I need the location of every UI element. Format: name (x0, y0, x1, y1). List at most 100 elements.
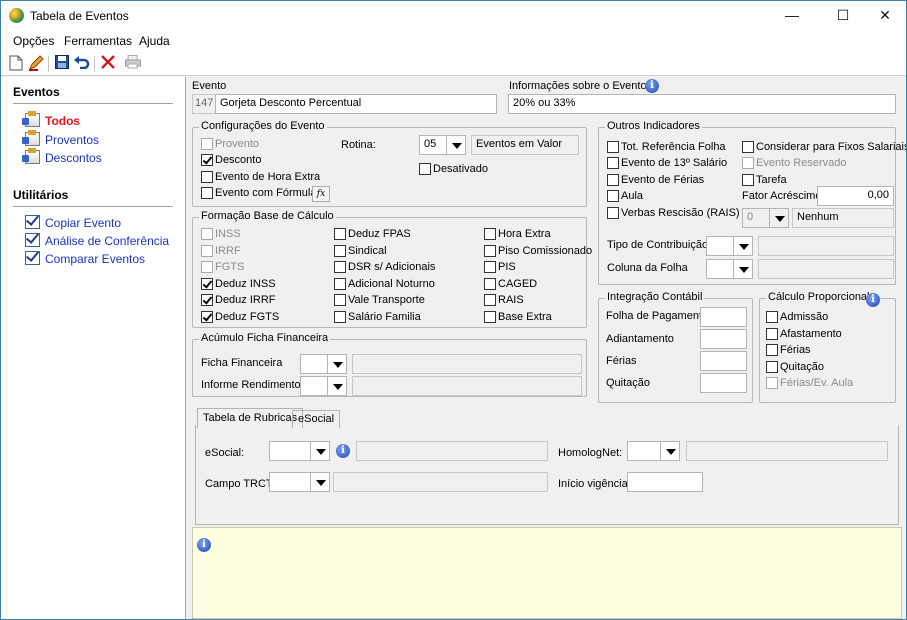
afastamento-checkbox[interactable]: Afastamento (766, 328, 842, 342)
dsr-checkbox[interactable]: DSR s/ Adicionais (334, 261, 435, 275)
undo-icon[interactable] (73, 55, 91, 73)
new-icon[interactable] (7, 55, 25, 73)
maximize-button[interactable]: ☐ (820, 1, 866, 30)
sidebar-item-proventos[interactable]: Proventos (22, 130, 99, 148)
quitacao-field[interactable] (700, 373, 747, 393)
esocial-desc-field (356, 441, 548, 461)
tarefa-checkbox[interactable]: Tarefa (742, 174, 787, 188)
chevron-down-icon[interactable] (769, 208, 789, 228)
event-list-icon (22, 111, 40, 127)
info-icon[interactable]: i (866, 293, 880, 307)
hora-extra-base-checkbox[interactable]: Hora Extra (484, 228, 551, 242)
save-icon[interactable] (53, 55, 71, 73)
sidebar-heading-utilitarios: Utilitários (13, 188, 69, 202)
homolognet-label: HomologNet: (558, 447, 623, 459)
sidebar-divider (13, 206, 173, 207)
chevron-down-icon[interactable] (733, 259, 753, 279)
sidebar-item-label: Análise de Conferência (45, 234, 170, 248)
info-icon[interactable]: i (336, 444, 350, 458)
decimo-terceiro-checkbox[interactable]: Evento de 13º Salário (607, 157, 727, 171)
sindical-checkbox[interactable]: Sindical (334, 245, 387, 259)
evento-reservado-checkbox[interactable]: Evento Reservado (742, 157, 847, 171)
formula-button[interactable]: fx (312, 186, 330, 202)
chevron-down-icon[interactable] (660, 441, 680, 461)
caged-checkbox[interactable]: CAGED (484, 278, 537, 292)
coluna-folha-dropdown[interactable] (706, 259, 754, 279)
fator-field[interactable]: 0,00 (817, 186, 894, 206)
adiantamento-field[interactable] (700, 329, 747, 349)
desconto-checkbox[interactable]: Desconto (201, 154, 261, 168)
tipo-contribuicao-desc (758, 236, 894, 256)
close-button[interactable]: ✕ (862, 1, 906, 30)
ferias-label: Férias (606, 355, 637, 367)
sidebar-item-descontos[interactable]: Descontos (22, 148, 102, 166)
chevron-down-icon[interactable] (733, 236, 753, 256)
chevron-down-icon[interactable] (446, 135, 466, 155)
ferias-proporcional-checkbox[interactable]: Férias (766, 344, 811, 358)
rais-checkbox[interactable]: RAIS (484, 294, 524, 308)
admissao-checkbox[interactable]: Admissão (766, 311, 828, 325)
info-icon[interactable]: i (645, 79, 659, 93)
provento-checkbox[interactable]: Provento (201, 138, 259, 152)
adicional-noturno-checkbox[interactable]: Adicional Noturno (334, 278, 435, 292)
deduz-fgts-checkbox[interactable]: Deduz FGTS (201, 311, 279, 325)
ferias-ev-aula-checkbox[interactable]: Férias/Ev. Aula (766, 377, 853, 391)
quitacao-proporcional-checkbox[interactable]: Quitação (766, 361, 824, 375)
chevron-down-icon[interactable] (327, 376, 347, 396)
informe-dropdown[interactable] (300, 376, 348, 396)
deduz-irrf-checkbox[interactable]: Deduz IRRF (201, 294, 276, 308)
esocial-dropdown[interactable] (269, 441, 331, 461)
inicio-vigencia-field[interactable] (627, 472, 703, 492)
sidebar: Eventos Todos Proventos Descontos Utilit… (1, 77, 186, 619)
inss-checkbox[interactable]: INSS (201, 228, 241, 242)
hora-extra-checkbox[interactable]: Evento de Hora Extra (201, 171, 320, 185)
sidebar-item-analise-conferencia[interactable]: Análise de Conferência (25, 233, 169, 249)
edit-icon[interactable] (27, 55, 45, 73)
print-icon[interactable] (124, 55, 142, 73)
evento-name-field[interactable]: Gorjeta Desconto Percentual (215, 94, 497, 114)
chevron-down-icon[interactable] (310, 441, 330, 461)
evento-ferias-checkbox[interactable]: Evento de Férias (607, 174, 704, 188)
evento-label: Evento (192, 80, 227, 92)
homolognet-dropdown[interactable] (627, 441, 681, 461)
chevron-down-icon[interactable] (327, 354, 347, 374)
verbas-dropdown[interactable]: 0 (742, 208, 790, 228)
desativado-checkbox[interactable]: Desativado (419, 163, 488, 177)
base-extra-checkbox[interactable]: Base Extra (484, 311, 552, 325)
verbas-rescisao-checkbox[interactable]: Verbas Rescisão (RAIS) (607, 207, 740, 221)
info-evento-field[interactable]: 20% ou 33% (508, 94, 896, 114)
vale-transporte-checkbox[interactable]: Vale Transporte (334, 294, 425, 308)
tipo-contribuicao-dropdown[interactable] (706, 236, 754, 256)
menu-ajuda[interactable]: Ajuda (139, 34, 170, 48)
folha-pagamento-field[interactable] (700, 307, 747, 327)
rotina-dropdown[interactable]: 05 (419, 135, 467, 155)
ferias-field[interactable] (700, 351, 747, 371)
tot-referencia-checkbox[interactable]: Tot. Referência Folha (607, 141, 726, 155)
fgts-checkbox[interactable]: FGTS (201, 261, 244, 275)
irrf-checkbox[interactable]: IRRF (201, 245, 241, 259)
formula-checkbox[interactable]: Evento com Fórmula (201, 187, 316, 201)
rubricas-tab-pane: eSocial: i HomologNet: Campo TRCT: Iníci… (195, 425, 899, 525)
coluna-folha-desc (758, 259, 894, 279)
salario-familia-checkbox[interactable]: Salário Familia (334, 311, 421, 325)
minimize-button[interactable]: — (769, 1, 815, 30)
campo-trct-dropdown[interactable] (269, 472, 331, 492)
sidebar-item-copiar-evento[interactable]: Copiar Evento (25, 215, 121, 231)
deduz-inss-checkbox[interactable]: Deduz INSS (201, 278, 276, 292)
esocial-label: eSocial: (205, 447, 245, 459)
delete-icon[interactable] (99, 55, 117, 73)
fixos-salariais-checkbox[interactable]: Considerar para Fixos Salariais (742, 141, 906, 155)
deduz-fpas-checkbox[interactable]: Deduz FPAS (334, 228, 411, 242)
outros-group: Outros Indicadores Tot. Referência Folha… (598, 120, 906, 285)
chevron-down-icon[interactable] (310, 472, 330, 492)
aula-checkbox[interactable]: Aula (607, 190, 643, 204)
sidebar-item-label: Comparar Eventos (45, 252, 146, 266)
menu-ferramentas[interactable]: Ferramentas (64, 34, 132, 48)
piso-comissionado-checkbox[interactable]: Piso Comissionado (484, 245, 592, 259)
sidebar-heading-eventos: Eventos (13, 85, 60, 99)
menu-opcoes[interactable]: Opções (13, 34, 54, 48)
sidebar-item-comparar-eventos[interactable]: Comparar Eventos (25, 251, 145, 267)
sidebar-item-todos[interactable]: Todos (22, 111, 80, 129)
ficha-dropdown[interactable] (300, 354, 348, 374)
pis-checkbox[interactable]: PIS (484, 261, 516, 275)
